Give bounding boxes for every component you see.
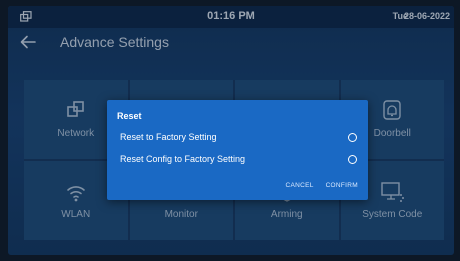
cancel-button[interactable]: CANCEL bbox=[286, 182, 314, 189]
radio-button[interactable] bbox=[348, 155, 357, 164]
radio-button[interactable] bbox=[348, 133, 357, 142]
dialog-buttons: CANCEL CONFIRM bbox=[276, 182, 358, 189]
option-label: Reset to Factory Setting bbox=[120, 132, 217, 142]
option-reset-factory[interactable]: Reset to Factory Setting bbox=[107, 129, 368, 147]
dialog-title: Reset bbox=[117, 111, 142, 121]
option-label: Reset Config to Factory Setting bbox=[120, 154, 246, 164]
device-screen: 01:16 PM Tue 28-06-2022 Advance Settings… bbox=[8, 6, 454, 255]
option-reset-config[interactable]: Reset Config to Factory Setting bbox=[107, 151, 368, 169]
reset-dialog: Reset Reset to Factory Setting Reset Con… bbox=[107, 100, 368, 200]
confirm-button[interactable]: CONFIRM bbox=[326, 182, 358, 189]
